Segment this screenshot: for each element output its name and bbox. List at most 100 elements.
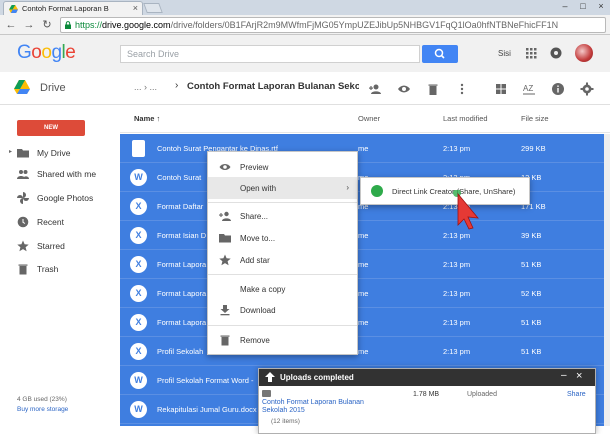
more-options-icon[interactable] <box>455 82 469 96</box>
new-tab-button[interactable] <box>143 3 163 13</box>
grid-view-icon[interactable] <box>494 82 508 96</box>
menu-item-open-with[interactable]: Open with › <box>208 177 357 199</box>
uploads-panel: Uploads completed – × Contoh Format Lapo… <box>258 368 596 434</box>
avatar[interactable] <box>575 44 593 62</box>
word-file-icon: W <box>130 169 147 186</box>
table-row[interactable]: X Format Isian Dme 2:13 pm 39 KB <box>120 221 604 250</box>
share-person-icon[interactable] <box>368 82 382 96</box>
menu-item-remove[interactable]: Remove <box>208 329 357 351</box>
tab-close-icon[interactable]: × <box>133 3 138 13</box>
url-path: /drive/folders/0B1FArjR2m9MWfmFjMG05YmpU… <box>170 20 559 30</box>
menu-item-download[interactable]: Download <box>208 299 357 321</box>
menu-divider <box>208 202 357 203</box>
upload-item-name[interactable]: Contoh Format Laporan Bulanan Sekolah 20… <box>262 399 372 415</box>
preview-eye-icon[interactable] <box>397 82 411 96</box>
sidebar-item-starred[interactable]: Starred <box>0 236 120 256</box>
file-modified: 2:13 pm <box>443 260 471 269</box>
browser-toolbar: ← → ↻ https://drive.google.com/drive/fol… <box>0 15 610 35</box>
file-modified: 2:13 pm <box>443 347 471 356</box>
lock-icon <box>65 21 71 29</box>
upload-size: 1.78 MB <box>413 391 440 398</box>
sidebar-item-trash[interactable]: Trash <box>0 259 120 279</box>
menu-item-preview[interactable]: Preview <box>208 156 357 178</box>
minimize-window-button[interactable]: – <box>556 0 574 13</box>
file-modified: 2:13 pm <box>443 289 471 298</box>
google-logo-text: Google <box>17 42 76 63</box>
column-file-size[interactable]: File size <box>521 114 549 123</box>
sidebar-item-label: Recent <box>37 217 64 227</box>
menu-item-label: Move to... <box>240 234 276 243</box>
menu-item-move-to[interactable]: Move to... <box>208 227 357 249</box>
table-row[interactable]: Contoh Surat Pengantar ke Dinas.rtf me 2:1… <box>120 134 604 163</box>
info-icon[interactable] <box>551 82 565 96</box>
upload-status: Uploaded <box>467 391 497 398</box>
menu-item-label: Download <box>240 306 276 315</box>
menu-item-label: Preview <box>240 163 269 172</box>
maximize-window-button[interactable]: □ <box>574 0 592 13</box>
google-logo[interactable]: Google <box>17 42 76 64</box>
expand-arrow-icon[interactable]: ▸ <box>9 148 12 155</box>
address-bar[interactable]: https://drive.google.com/drive/folders/0… <box>60 17 606 33</box>
sheets-file-icon: X <box>130 343 147 360</box>
breadcrumb-ellipsis[interactable]: ... › ... <box>134 82 157 92</box>
reload-icon[interactable]: ↻ <box>40 18 54 32</box>
clock-icon <box>17 216 29 228</box>
search-input[interactable]: Search Drive <box>120 45 420 63</box>
drive-favicon-icon <box>9 5 18 13</box>
sidebar-item-label: Starred <box>37 241 65 251</box>
menu-item-add-star[interactable]: Add star <box>208 249 357 271</box>
column-name[interactable]: Name ↑ <box>134 114 160 123</box>
table-row[interactable]: X Profil Sekolah me 2:13 pm 51 KB <box>120 337 604 366</box>
sort-az-icon[interactable]: AZ <box>522 82 536 96</box>
upload-share-link[interactable]: Share <box>567 391 586 398</box>
sidebar-item-my-drive[interactable]: ▸ My Drive <box>0 143 120 163</box>
file-size: 51 KB <box>521 260 542 269</box>
word-file-icon: W <box>130 401 147 418</box>
people-icon <box>17 170 29 179</box>
close-window-button[interactable]: × <box>592 0 610 13</box>
settings-gear-icon[interactable] <box>580 82 594 96</box>
mouse-cursor-icon <box>453 190 479 230</box>
menu-item-share[interactable]: Share... <box>208 205 357 227</box>
notifications-icon[interactable] <box>549 46 563 60</box>
buy-storage-link[interactable]: Buy more storage <box>17 406 68 413</box>
username[interactable]: Sisi <box>498 49 511 58</box>
delete-icon[interactable] <box>426 82 440 96</box>
table-row[interactable]: X Format Lapora me 2:13 pm 52 KB <box>120 279 604 308</box>
sidebar-item-recent[interactable]: Recent <box>0 212 120 232</box>
breadcrumb-separator: › <box>144 82 148 92</box>
sidebar-item-shared[interactable]: Shared with me <box>0 164 120 184</box>
scrollbar[interactable] <box>604 134 610 426</box>
file-size: 299 KB <box>521 144 546 153</box>
close-icon[interactable]: × <box>576 370 582 382</box>
column-owner[interactable]: Owner <box>358 114 380 123</box>
sidebar-item-photos[interactable]: Google Photos <box>0 188 120 208</box>
current-folder-title[interactable]: Contoh Format Laporan Bulanan Sekolah 20… <box>187 81 359 92</box>
column-last-modified[interactable]: Last modified <box>443 114 488 123</box>
file-owner: me <box>358 144 369 153</box>
search-button[interactable] <box>422 45 458 63</box>
back-icon[interactable]: ← <box>4 18 18 32</box>
apps-grid-icon[interactable] <box>524 46 538 60</box>
drive-logo-icon[interactable] <box>14 80 30 94</box>
tab-title: Contoh Format Laporan B <box>22 4 109 13</box>
forward-icon[interactable]: → <box>22 18 36 32</box>
table-row[interactable]: X Format Lapora me 2:13 pm 51 KB <box>120 250 604 279</box>
download-icon <box>220 305 230 316</box>
search-icon <box>434 48 445 59</box>
browser-tab[interactable]: Contoh Format Laporan B × <box>3 1 143 15</box>
file-owner: me <box>358 260 369 269</box>
svg-text:AZ: AZ <box>523 84 533 93</box>
menu-divider <box>208 274 357 275</box>
new-button[interactable]: NEW <box>17 120 85 136</box>
table-row[interactable]: X Format Lapora me 2:13 pm 51 KB <box>120 308 604 337</box>
file-size: 51 KB <box>521 347 542 356</box>
sidebar-item-label: Trash <box>37 264 59 274</box>
uploads-header: Uploads completed – × <box>259 369 595 386</box>
menu-item-make-copy[interactable]: Make a copy <box>208 278 357 300</box>
file-size: 52 KB <box>521 289 542 298</box>
drive-title[interactable]: Drive <box>40 82 66 94</box>
folder-icon <box>262 390 271 397</box>
minimize-icon[interactable]: – <box>561 370 567 381</box>
storage-usage: 4 GB used (23%) <box>17 396 67 403</box>
